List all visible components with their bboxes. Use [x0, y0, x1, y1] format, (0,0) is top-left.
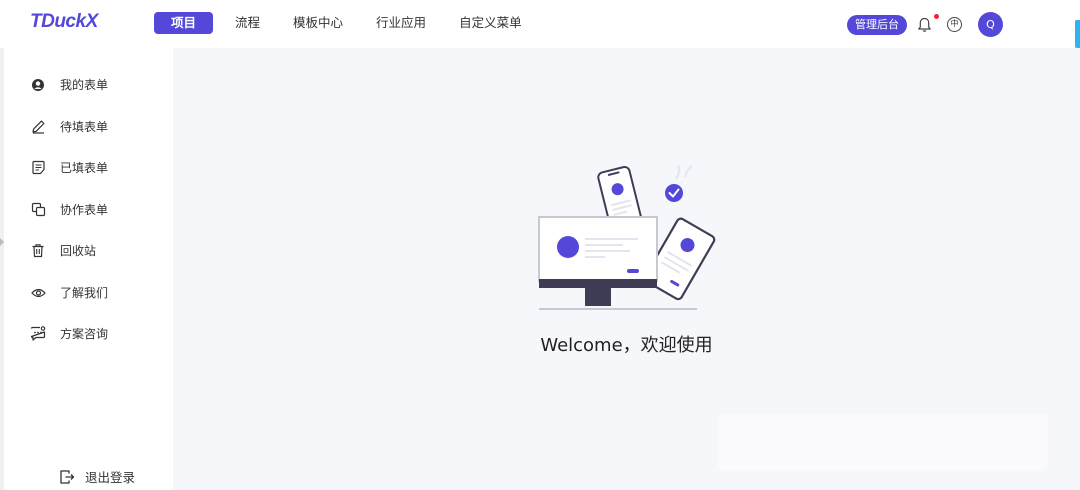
app-logo[interactable]: TDuckX: [30, 11, 98, 33]
logout-icon: [59, 469, 75, 485]
devices-illustration: [538, 164, 716, 310]
nav-item-industry[interactable]: 行业应用: [364, 12, 438, 34]
sidebar-item-label: 我的表单: [60, 78, 109, 92]
top-header: TDuckX 项目 流程 模板中心 行业应用 自定义菜单 管理后台 中 Q: [0, 0, 1080, 48]
sidebar-item-label: 待填表单: [60, 120, 109, 134]
sidebar-item-consulting[interactable]: 方案咨询: [30, 325, 108, 342]
top-nav: 项目 流程 模板中心 行业应用 自定义菜单: [154, 12, 543, 34]
logout-label: 退出登录: [85, 470, 136, 485]
chat-icon: [30, 326, 46, 342]
sidebar-item-label: 回收站: [60, 244, 97, 258]
trash-icon: [30, 243, 46, 259]
sidebar-item-pending-forms[interactable]: 待填表单: [30, 118, 108, 135]
nav-item-templates[interactable]: 模板中心: [281, 12, 355, 34]
notification-bell[interactable]: [915, 13, 939, 35]
sidebar-item-label: 已填表单: [60, 161, 109, 175]
sidebar-item-label: 了解我们: [60, 286, 109, 300]
sidebar-item-label: 协作表单: [60, 203, 109, 217]
sidebar-item-recycle-bin[interactable]: 回收站: [30, 242, 96, 259]
user-circle-icon: [30, 77, 46, 93]
welcome-message: Welcome，欢迎使用: [540, 335, 713, 356]
pencil-icon: [30, 119, 46, 135]
floating-edge-tab[interactable]: [1075, 20, 1080, 48]
sidebar-item-collab-forms[interactable]: 协作表单: [30, 201, 108, 218]
sidebar-item-about-us[interactable]: 了解我们: [30, 284, 108, 301]
nav-item-project[interactable]: 项目: [154, 12, 214, 34]
user-avatar[interactable]: Q: [978, 12, 1003, 37]
admin-console-button[interactable]: 管理后台: [847, 14, 907, 35]
eye-icon: [30, 285, 46, 301]
sidebar-item-my-forms[interactable]: 我的表单: [30, 76, 108, 93]
nav-item-flow[interactable]: 流程: [223, 12, 272, 34]
language-switch[interactable]: 中: [947, 17, 962, 32]
sidebar-collapse-handle[interactable]: [0, 238, 4, 246]
notification-dot: [934, 13, 939, 19]
document-list-icon: [30, 160, 46, 176]
sidebar-item-label: 方案咨询: [60, 327, 109, 341]
app-root: TDuckX 项目 流程 模板中心 行业应用 自定义菜单 管理后台 中 Q 我的…: [0, 0, 1080, 490]
copy-icon: [30, 202, 46, 218]
main-content: Welcome，欢迎使用: [173, 48, 1080, 490]
welcome-illustration: [535, 163, 725, 327]
sidebar-item-filled-forms[interactable]: 已填表单: [30, 159, 108, 176]
logout-button[interactable]: 退出登录: [59, 467, 135, 486]
bell-icon: [917, 17, 931, 32]
sidebar: 我的表单 待填表单 已填表单 协作表单 回收站 了解我们 方案咨询 退出登录: [0, 48, 173, 490]
faded-panel: [718, 414, 1048, 470]
header-actions: 管理后台 中 Q: [847, 12, 1003, 37]
nav-item-custom-menu[interactable]: 自定义菜单: [447, 12, 534, 34]
